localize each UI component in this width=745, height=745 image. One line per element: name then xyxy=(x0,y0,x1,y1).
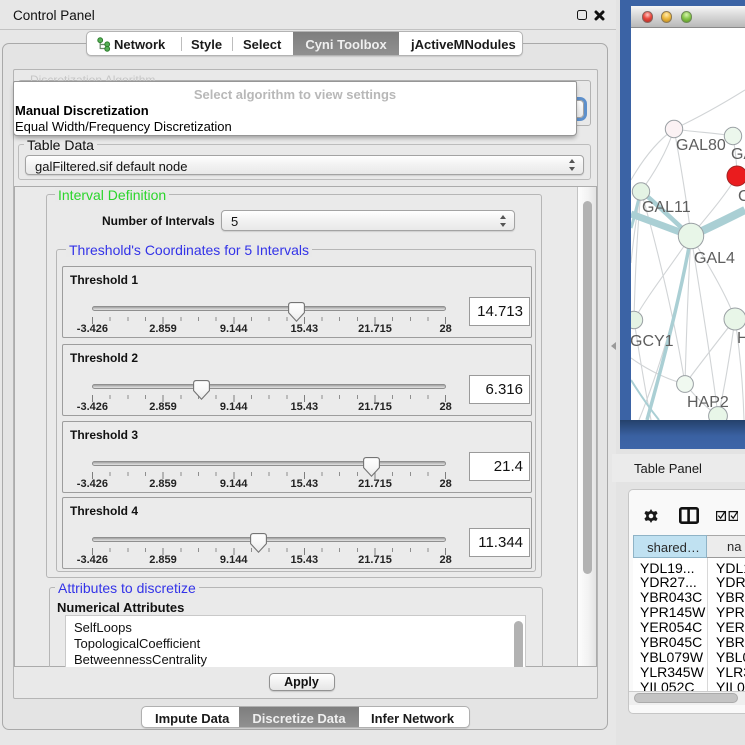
svg-text:CDC6: CDC6 xyxy=(738,188,745,205)
svg-text:GCY1: GCY1 xyxy=(631,333,674,350)
svg-text:GAL11: GAL11 xyxy=(642,199,691,216)
svg-text:GAL4: GAL4 xyxy=(694,250,735,267)
svg-text:HAP2: HAP2 xyxy=(687,394,729,411)
svg-text:GAL80: GAL80 xyxy=(676,137,726,154)
svg-text:HIS4: HIS4 xyxy=(737,330,745,347)
svg-text:GAL7: GAL7 xyxy=(731,146,745,163)
